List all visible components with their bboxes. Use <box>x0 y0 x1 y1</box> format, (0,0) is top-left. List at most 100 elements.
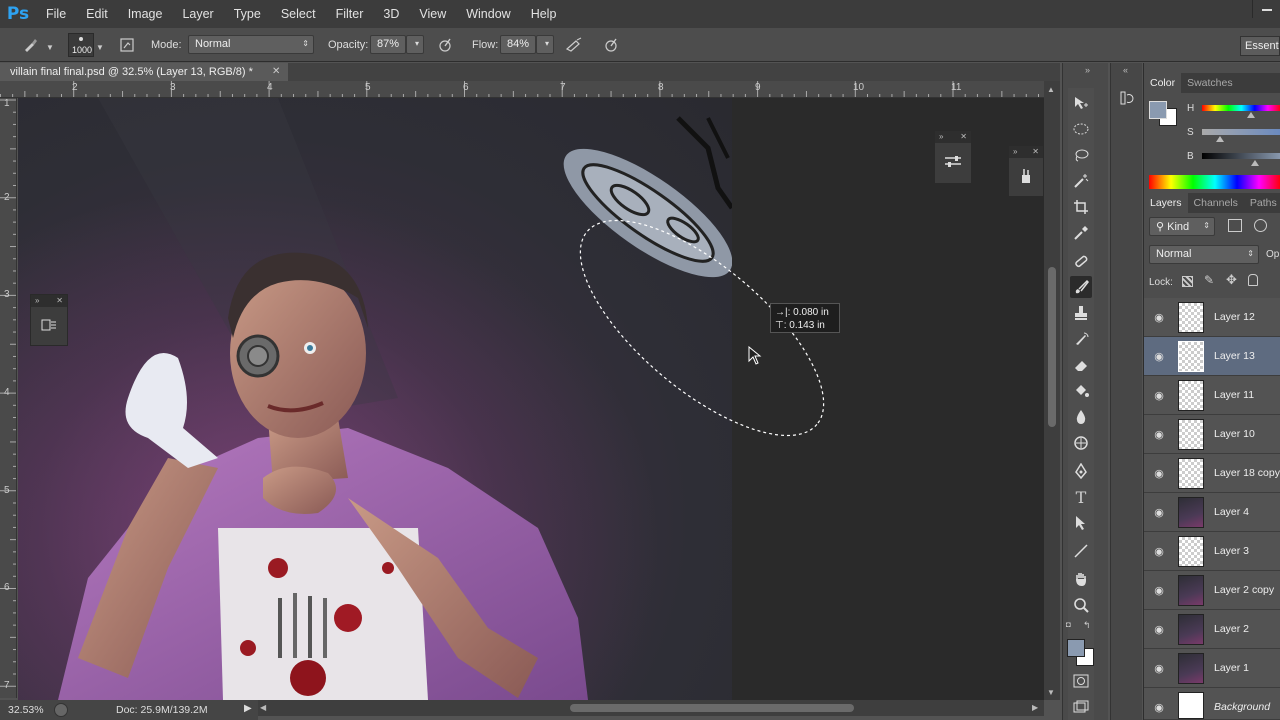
menu-select[interactable]: Select <box>271 0 326 28</box>
minimize-window-button[interactable] <box>1252 0 1280 18</box>
default-colors-icon[interactable]: ◘ <box>1066 620 1071 629</box>
path-selection-tool-icon[interactable] <box>1070 512 1092 534</box>
hue-track[interactable] <box>1202 105 1280 111</box>
saturation-track[interactable] <box>1202 129 1280 135</box>
brush-preset-arrow-icon[interactable]: ▼ <box>46 43 54 52</box>
share-icon[interactable] <box>54 703 68 717</box>
layer-filter-dropdown[interactable]: ⚲ Kind ⇕ <box>1149 217 1215 236</box>
adjustments-icon[interactable] <box>935 143 971 181</box>
paint-bucket-tool-icon[interactable] <box>1070 380 1092 402</box>
swap-colors-icon[interactable]: ↰ <box>1083 620 1091 631</box>
eye-icon[interactable]: ◉ <box>1152 466 1166 480</box>
workspace-button[interactable]: Essentials <box>1240 36 1280 56</box>
move-tool-icon[interactable] <box>1070 92 1092 114</box>
line-tool-icon[interactable] <box>1070 540 1092 562</box>
menu-3d[interactable]: 3D <box>373 0 409 28</box>
hue-slider[interactable]: H <box>1144 101 1280 123</box>
eye-icon[interactable]: ◉ <box>1152 505 1166 519</box>
menu-type[interactable]: Type <box>224 0 271 28</box>
elliptical-marquee-tool-icon[interactable] <box>1070 118 1092 140</box>
clone-stamp-tool-icon[interactable] <box>1070 302 1092 324</box>
menu-image[interactable]: Image <box>118 0 173 28</box>
collapse-tools-icon[interactable]: » <box>1085 65 1090 75</box>
tab-channels[interactable]: Channels <box>1188 193 1244 213</box>
tab-paths[interactable]: Paths <box>1244 193 1280 213</box>
eye-icon[interactable]: ◉ <box>1152 427 1166 441</box>
brush-tool-icon[interactable] <box>1070 276 1092 298</box>
layer-row[interactable]: ◉ Layer 4 <box>1144 493 1280 532</box>
menu-edit[interactable]: Edit <box>76 0 118 28</box>
layer-row[interactable]: ◉ Layer 11 <box>1144 376 1280 415</box>
horizontal-scrollbar[interactable]: ◀ ▶ <box>258 700 1044 716</box>
document-tab[interactable]: villain final final.psd @ 32.5% (Layer 1… <box>0 63 288 81</box>
close-icon[interactable]: ✕ <box>56 295 63 307</box>
tab-layers[interactable]: Layers <box>1144 193 1188 213</box>
scroll-up-icon[interactable]: ▲ <box>1047 85 1055 94</box>
status-menu-arrow-icon[interactable]: ▶ <box>244 703 252 714</box>
layer-row[interactable]: ◉ Background <box>1144 688 1280 720</box>
menu-file[interactable]: File <box>36 0 76 28</box>
scroll-right-icon[interactable]: ▶ <box>1032 703 1038 712</box>
brush-size-picker[interactable]: 1000 <box>68 33 94 57</box>
expand-icon[interactable]: » <box>939 131 943 143</box>
menu-layer[interactable]: Layer <box>172 0 223 28</box>
close-icon[interactable]: ✕ <box>272 66 280 77</box>
eye-icon[interactable]: ◉ <box>1152 388 1166 402</box>
dodge-tool-icon[interactable] <box>1070 432 1092 454</box>
ruler-horizontal[interactable]: 2 3 4 5 6 7 8 9 10 11 <box>0 81 1060 98</box>
close-icon[interactable]: ✕ <box>960 131 967 143</box>
floating-panel-tool-presets[interactable]: » ✕ <box>1008 145 1044 197</box>
menu-help[interactable]: Help <box>521 0 567 28</box>
close-icon[interactable]: ✕ <box>1032 146 1039 158</box>
expand-dock-icon[interactable]: « <box>1123 65 1128 75</box>
eye-icon[interactable]: ◉ <box>1152 661 1166 675</box>
menu-view[interactable]: View <box>409 0 456 28</box>
history-brush-tool-icon[interactable] <box>1070 328 1092 350</box>
expand-icon[interactable]: » <box>1013 146 1017 158</box>
lock-pixels-icon[interactable]: ✎ <box>1204 273 1214 287</box>
ruler-vertical[interactable]: 1 2 3 4 5 6 7 <box>0 98 17 698</box>
zoom-tool-icon[interactable] <box>1070 594 1092 616</box>
zoom-level[interactable]: 32.53% <box>8 704 44 716</box>
blend-mode-dropdown[interactable]: Normal ⇕ <box>1149 245 1259 264</box>
eye-icon[interactable]: ◉ <box>1152 349 1166 363</box>
type-tool-icon[interactable]: T <box>1070 486 1092 508</box>
saturation-slider[interactable]: S <box>1144 125 1280 147</box>
tool-presets-icon[interactable] <box>1009 158 1043 194</box>
horizontal-scroll-thumb[interactable] <box>570 704 854 712</box>
color-ramp[interactable] <box>1149 175 1280 189</box>
history-panel-icon[interactable] <box>1117 88 1137 108</box>
eye-icon[interactable]: ◉ <box>1152 700 1166 714</box>
vertical-scrollbar[interactable]: ▲ ▼ <box>1044 81 1060 700</box>
flow-dropdown-button[interactable]: ▾ <box>536 35 554 54</box>
floating-panel-adjustments[interactable]: » ✕ <box>934 130 972 184</box>
filter-adjustment-icon[interactable] <box>1254 219 1267 232</box>
lock-all-icon[interactable] <box>1248 274 1258 286</box>
layer-row[interactable]: ◉ Layer 18 copy <box>1144 454 1280 493</box>
pen-tool-icon[interactable] <box>1070 460 1092 482</box>
eye-icon[interactable]: ◉ <box>1152 310 1166 324</box>
magic-wand-tool-icon[interactable] <box>1070 170 1092 192</box>
blur-tool-icon[interactable] <box>1070 406 1092 428</box>
filter-image-icon[interactable] <box>1228 219 1242 232</box>
layer-row[interactable]: ◉ Layer 12 <box>1144 298 1280 337</box>
hue-thumb[interactable] <box>1247 112 1255 118</box>
eraser-tool-icon[interactable] <box>1070 354 1092 376</box>
pressure-opacity-icon[interactable] <box>435 35 455 55</box>
screen-mode-icon[interactable] <box>1070 696 1092 718</box>
brush-panel-toggle-icon[interactable] <box>117 35 137 55</box>
flow-field[interactable]: 84% <box>500 35 536 54</box>
eyedropper-tool-icon[interactable] <box>1070 222 1092 244</box>
eye-icon[interactable]: ◉ <box>1152 583 1166 597</box>
3d-panel-icon[interactable] <box>31 307 67 343</box>
eye-icon[interactable]: ◉ <box>1152 622 1166 636</box>
menu-filter[interactable]: Filter <box>326 0 374 28</box>
tab-swatches[interactable]: Swatches <box>1181 73 1239 93</box>
opacity-field[interactable]: 87% <box>370 35 406 54</box>
brightness-track[interactable] <box>1202 153 1280 159</box>
spot-healing-tool-icon[interactable] <box>1070 250 1092 272</box>
mode-dropdown[interactable]: Normal ⇕ <box>188 35 314 54</box>
hand-tool-icon[interactable] <box>1070 568 1092 590</box>
layer-row[interactable]: ◉ Layer 10 <box>1144 415 1280 454</box>
brightness-slider[interactable]: B <box>1144 149 1280 171</box>
